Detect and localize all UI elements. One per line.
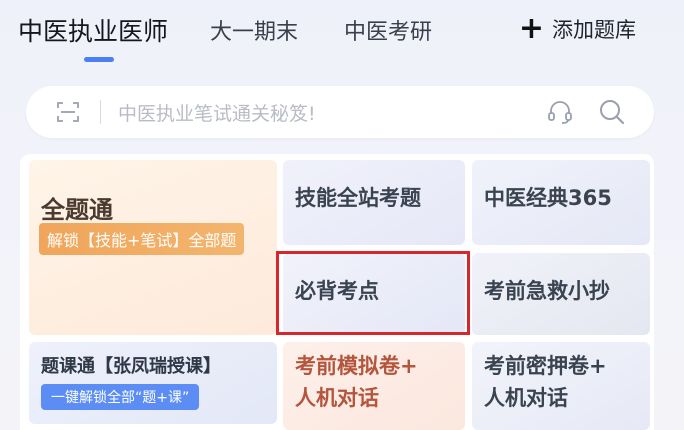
search-divider: [100, 100, 101, 124]
emergency-notes-card[interactable]: 考前急救小抄: [472, 253, 650, 335]
mock-exam-line2: 人机对话: [295, 386, 379, 410]
plus-icon: +: [518, 11, 544, 46]
all-questions-title: 全题通: [41, 196, 113, 224]
tcm-classic-card[interactable]: 中医经典365: [472, 160, 650, 245]
active-tab-indicator: [84, 57, 114, 62]
top-tab-bar: 中医执业医师 大一期末 中医考研 + 添加题库: [0, 0, 684, 70]
tcm-classic-title: 中医经典365: [484, 186, 612, 210]
scan-icon[interactable]: [56, 100, 80, 124]
course-card[interactable]: 题课通【张凤瑞授课】 一键解锁全部“题+课”: [29, 342, 277, 424]
tab-tcm-postgrad[interactable]: 中医考研: [344, 14, 432, 46]
mock-exam-card[interactable]: 考前模拟卷+ 人机对话: [283, 342, 465, 430]
secret-exam-line1: 考前密押卷+: [484, 354, 607, 378]
emergency-notes-title: 考前急救小抄: [484, 279, 610, 303]
add-question-bank-label: 添加题库: [552, 18, 636, 42]
skill-exam-title: 技能全站考题: [295, 186, 421, 210]
secret-exam-line2: 人机对话: [484, 386, 568, 410]
search-input[interactable]: 中医执业笔试通关秘笈!: [118, 99, 316, 126]
selection-highlight-box: [276, 251, 470, 335]
search-icon[interactable]: [598, 98, 626, 126]
tab-tcm-practitioner[interactable]: 中医执业医师: [18, 12, 168, 48]
mock-exam-line1: 考前模拟卷+: [295, 354, 418, 378]
skill-exam-card[interactable]: 技能全站考题: [283, 160, 465, 245]
add-question-bank-button[interactable]: + 添加题库: [519, 14, 636, 44]
tab-freshman-final[interactable]: 大一期末: [210, 14, 298, 46]
secret-exam-title: 考前密押卷+ 人机对话: [484, 350, 644, 414]
unlock-course-badge[interactable]: 一键解锁全部“题+课”: [41, 384, 200, 410]
mock-exam-title: 考前模拟卷+ 人机对话: [295, 350, 455, 414]
search-bar[interactable]: 中医执业笔试通关秘笈!: [26, 86, 654, 138]
secret-exam-card[interactable]: 考前密押卷+ 人机对话: [472, 342, 650, 430]
all-questions-card[interactable]: 全题通 解锁【技能+笔试】全部题: [29, 160, 277, 335]
headset-icon[interactable]: [546, 98, 574, 126]
course-title: 题课通【张凤瑞授课】: [41, 356, 221, 377]
unlock-all-badge[interactable]: 解锁【技能+笔试】全部题: [39, 223, 245, 255]
